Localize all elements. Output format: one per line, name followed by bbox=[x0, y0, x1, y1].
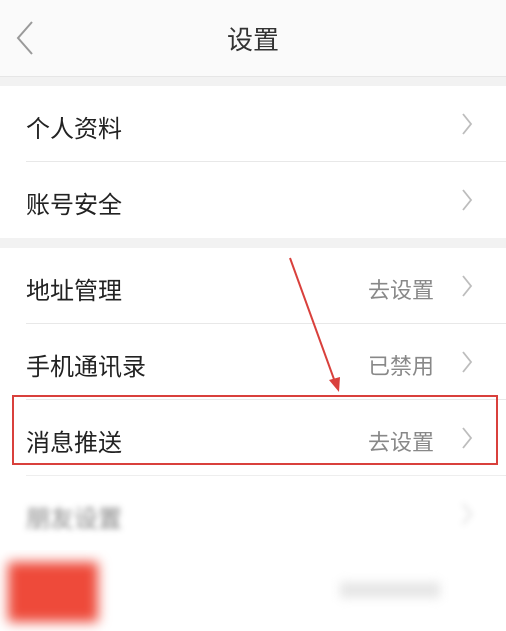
menu-item-account-security[interactable]: 账号安全 bbox=[0, 162, 506, 238]
chevron-right-icon bbox=[462, 503, 473, 525]
menu-item-value: 已禁用 bbox=[367, 355, 434, 380]
blurred-text bbox=[340, 582, 440, 598]
chevron-right-icon bbox=[462, 113, 473, 135]
chevron-right-icon bbox=[462, 275, 473, 297]
chevron-right-icon bbox=[462, 189, 473, 211]
top-bar: 设置 bbox=[0, 0, 506, 77]
settings-group-account: 个人资料 账号安全 bbox=[0, 86, 506, 238]
menu-item-label: 地址管理 bbox=[26, 277, 122, 305]
page-title: 设置 bbox=[226, 26, 279, 56]
blurred-red-icon bbox=[8, 562, 98, 622]
menu-item-label: 朋友设置 bbox=[26, 505, 122, 533]
menu-item-label: 手机通讯录 bbox=[26, 353, 146, 381]
menu-item-address[interactable]: 地址管理 去设置 bbox=[0, 248, 506, 324]
menu-item-label: 账号安全 bbox=[26, 191, 122, 219]
blurred-bottom-area bbox=[0, 550, 506, 631]
menu-item-value: 去设置 bbox=[367, 279, 434, 304]
menu-item-contacts[interactable]: 手机通讯录 已禁用 bbox=[0, 324, 506, 400]
menu-item-profile[interactable]: 个人资料 bbox=[0, 86, 506, 162]
chevron-right-icon bbox=[462, 351, 473, 373]
highlight-box bbox=[12, 395, 498, 465]
menu-item-label: 个人资料 bbox=[26, 115, 122, 143]
menu-item-friend-settings[interactable]: 朋友设置 bbox=[0, 476, 506, 552]
